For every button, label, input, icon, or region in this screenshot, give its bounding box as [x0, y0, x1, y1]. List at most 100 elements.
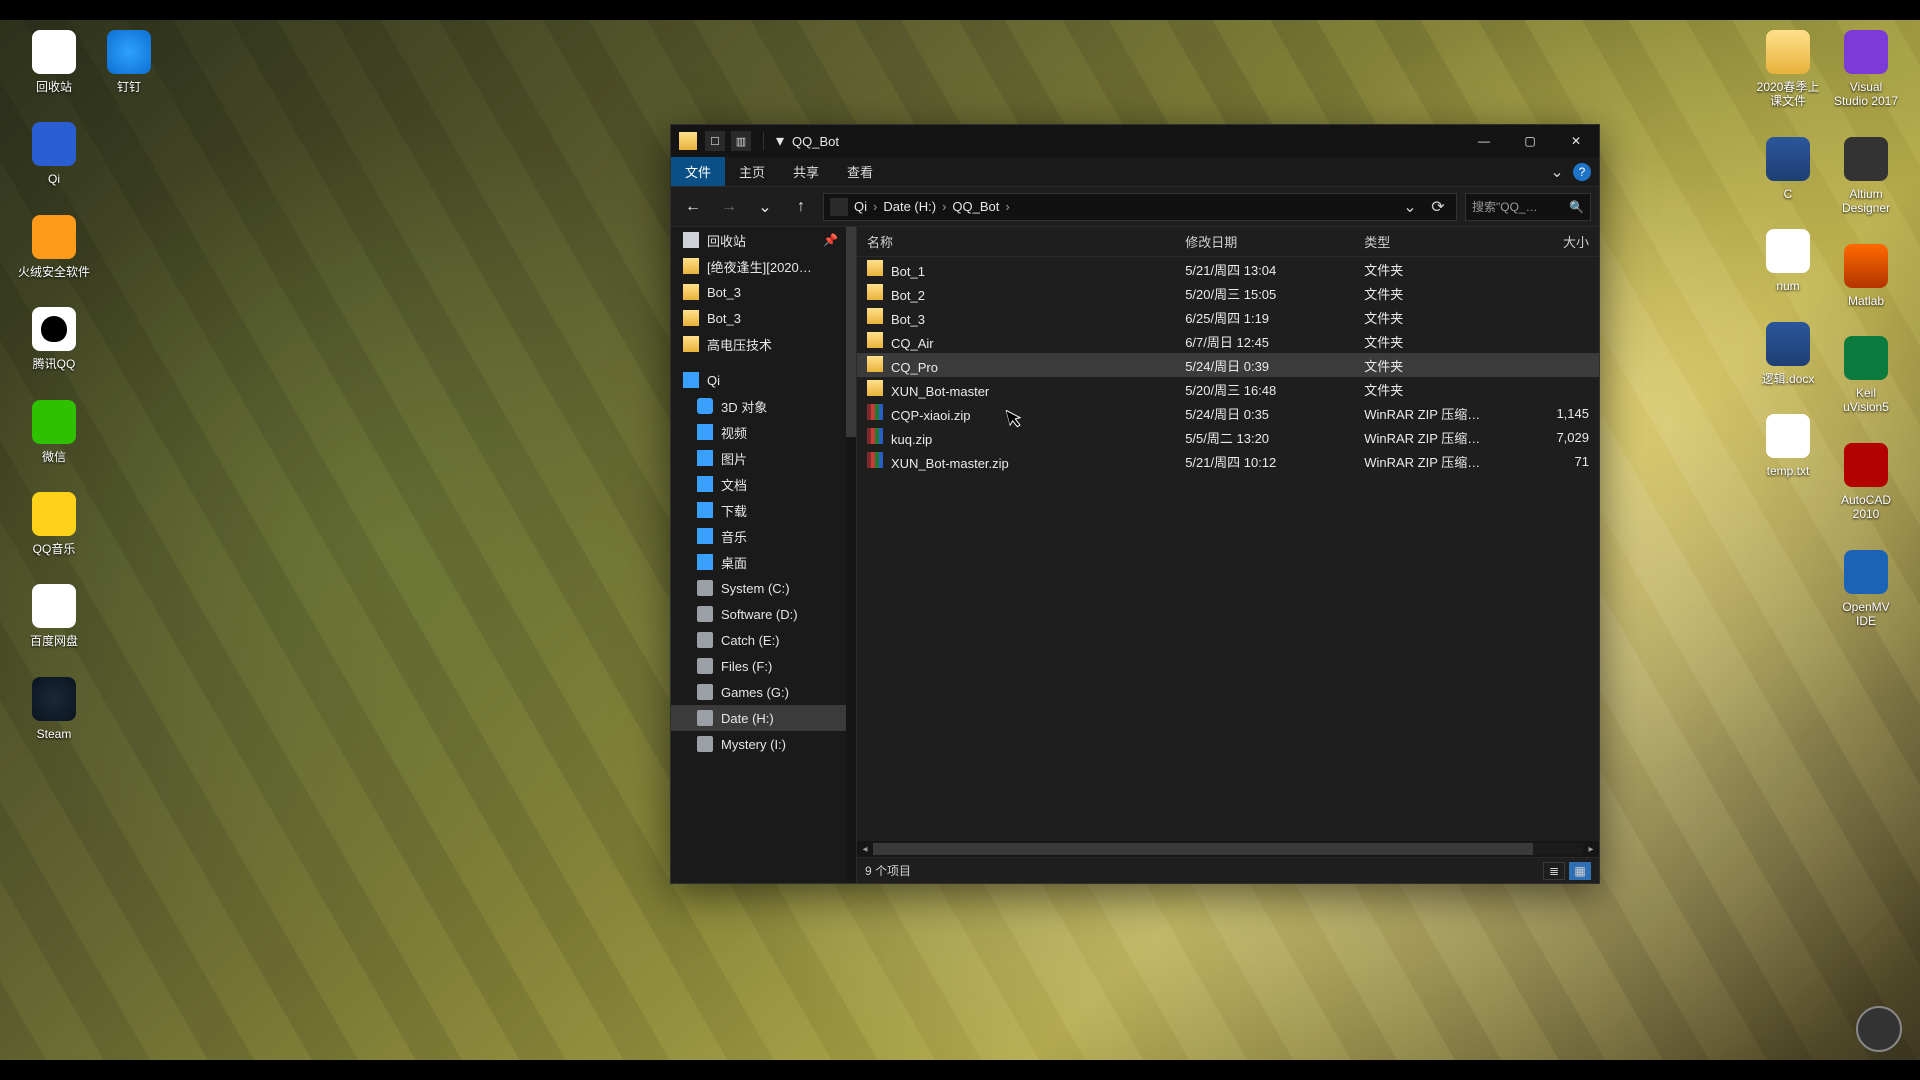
- table-row[interactable]: kuq.zip5/5/周二 13:20WinRAR ZIP 压缩…7,029: [857, 425, 1599, 449]
- search-input[interactable]: 搜索"QQ_… 🔍: [1465, 193, 1591, 221]
- status-bar: 9 个项目 ≣ ▦: [857, 857, 1599, 883]
- chevron-right-icon[interactable]: ›: [942, 199, 946, 214]
- nav-up-button[interactable]: ↑: [787, 193, 815, 221]
- sidebar-item-icon: [697, 424, 713, 440]
- nav-forward-button[interactable]: →: [715, 193, 743, 221]
- avatar-bubble[interactable]: [1856, 1006, 1902, 1052]
- desktop-icon[interactable]: num: [1752, 229, 1824, 293]
- qat-dropdown-icon[interactable]: ▾: [776, 131, 784, 151]
- sidebar-item[interactable]: 下载: [671, 497, 846, 523]
- refresh-icon[interactable]: ⟳: [1426, 195, 1450, 219]
- desktop-icon[interactable]: 钉钉: [93, 30, 165, 94]
- desktop-icon[interactable]: 逻辑.docx: [1752, 322, 1824, 386]
- sidebar-item[interactable]: Catch (E:): [671, 627, 846, 653]
- sidebar-item[interactable]: 回收站📌: [671, 227, 846, 253]
- sidebar-item[interactable]: [绝夜逢生][2020…: [671, 253, 846, 279]
- sidebar-item[interactable]: Software (D:): [671, 601, 846, 627]
- tab-view[interactable]: 查看: [833, 157, 887, 186]
- rows-area[interactable]: Bot_15/21/周四 13:04文件夹Bot_25/20/周三 15:05文…: [857, 257, 1599, 841]
- table-row[interactable]: Bot_25/20/周三 15:05文件夹: [857, 281, 1599, 305]
- titlebar[interactable]: ☐ ▥ ▾ QQ_Bot — ▢ ✕: [671, 125, 1599, 157]
- pin-icon[interactable]: 📌: [823, 233, 838, 247]
- sidebar-item-icon: [697, 710, 713, 726]
- close-button[interactable]: ✕: [1553, 125, 1599, 157]
- desktop-icon[interactable]: 微信: [18, 400, 90, 464]
- sidebar-item[interactable]: Files (F:): [671, 653, 846, 679]
- sidebar-item[interactable]: Date (H:): [671, 705, 846, 731]
- sidebar-item[interactable]: Games (G:): [671, 679, 846, 705]
- col-name[interactable]: 名称: [857, 232, 1175, 251]
- desktop-icon[interactable]: 2020春季上 课文件: [1752, 30, 1824, 109]
- desktop-icon[interactable]: Qi: [18, 122, 90, 186]
- desktop-icon[interactable]: 火绒安全软件: [18, 215, 90, 279]
- file-name: Bot_2: [891, 288, 925, 303]
- view-icons-button[interactable]: ▦: [1569, 862, 1591, 880]
- side-scrollbar-thumb[interactable]: [846, 227, 856, 437]
- sidebar-item[interactable]: 文档: [671, 471, 846, 497]
- tab-file[interactable]: 文件: [671, 157, 725, 186]
- nav-back-button[interactable]: ←: [679, 193, 707, 221]
- col-type[interactable]: 类型: [1354, 232, 1513, 251]
- desktop-icon[interactable]: 百度网盘: [18, 584, 90, 648]
- chevron-right-icon[interactable]: ›: [1005, 199, 1009, 214]
- table-row[interactable]: XUN_Bot-master5/20/周三 16:48文件夹: [857, 377, 1599, 401]
- crumb-qi[interactable]: Qi: [854, 199, 867, 214]
- chevron-right-icon[interactable]: ›: [873, 199, 877, 214]
- nav-recent-dropdown[interactable]: ⌄: [751, 193, 779, 221]
- sidebar-item-icon: [697, 554, 713, 570]
- scroll-thumb[interactable]: [873, 843, 1533, 855]
- qat-properties-icon[interactable]: ☐: [705, 131, 725, 151]
- col-date[interactable]: 修改日期: [1175, 232, 1354, 251]
- scroll-track[interactable]: [873, 843, 1583, 855]
- tab-share[interactable]: 共享: [779, 157, 833, 186]
- desktop-icon[interactable]: Visual Studio 2017: [1830, 30, 1902, 109]
- sidebar-item[interactable]: 视频: [671, 419, 846, 445]
- desktop-icon[interactable]: AutoCAD 2010: [1830, 443, 1902, 522]
- sidebar-item[interactable]: Mystery (I:): [671, 731, 846, 757]
- desktop-icon[interactable]: 腾讯QQ: [18, 307, 90, 371]
- address-bar[interactable]: Qi › Date (H:) › QQ_Bot › ⌄ ⟳: [823, 193, 1457, 221]
- sidebar-item[interactable]: 图片: [671, 445, 846, 471]
- sidebar-item-label: Files (F:): [721, 659, 772, 674]
- desktop-icon[interactable]: temp.txt: [1752, 414, 1824, 478]
- crumb-date[interactable]: Date (H:): [883, 199, 936, 214]
- desktop-icon[interactable]: Altium Designer: [1830, 137, 1902, 216]
- address-dropdown-icon[interactable]: ⌄: [1398, 195, 1422, 219]
- table-row[interactable]: CQ_Air6/7/周日 12:45文件夹: [857, 329, 1599, 353]
- crumb-qqbot[interactable]: QQ_Bot: [952, 199, 999, 214]
- table-row[interactable]: XUN_Bot-master.zip5/21/周四 10:12WinRAR ZI…: [857, 449, 1599, 473]
- help-icon[interactable]: ?: [1573, 163, 1591, 181]
- sidebar-item[interactable]: System (C:): [671, 575, 846, 601]
- desktop-icon[interactable]: C: [1752, 137, 1824, 201]
- h-scrollbar[interactable]: ◂ ▸: [857, 841, 1599, 857]
- table-row[interactable]: CQP-xiaoi.zip5/24/周日 0:35WinRAR ZIP 压缩…1…: [857, 401, 1599, 425]
- sidebar-item[interactable]: 3D 对象: [671, 393, 846, 419]
- maximize-button[interactable]: ▢: [1507, 125, 1553, 157]
- ribbon-collapse-icon[interactable]: ⌄: [1547, 162, 1567, 182]
- col-size[interactable]: 大小: [1513, 232, 1599, 251]
- scroll-right-icon[interactable]: ▸: [1583, 841, 1599, 857]
- view-details-button[interactable]: ≣: [1543, 862, 1565, 880]
- sidebar-item[interactable]: 音乐: [671, 523, 846, 549]
- table-row[interactable]: CQ_Pro5/24/周日 0:39文件夹: [857, 353, 1599, 377]
- sidebar-item[interactable]: 高电压技术: [671, 331, 846, 357]
- scroll-left-icon[interactable]: ◂: [857, 841, 873, 857]
- desktop-icon[interactable]: OpenMV IDE: [1830, 550, 1902, 629]
- file-type: 文件夹: [1354, 380, 1513, 399]
- desktop-icon[interactable]: Steam: [18, 677, 90, 741]
- desktop-col-right1: 2020春季上 课文件 Cnum 逻辑.docx temp.txt: [1752, 30, 1824, 478]
- sidebar-item[interactable]: Bot_3: [671, 279, 846, 305]
- tab-home[interactable]: 主页: [725, 157, 779, 186]
- desktop-icon[interactable]: Matlab: [1830, 244, 1902, 308]
- sidebar-item[interactable]: Bot_3: [671, 305, 846, 331]
- desktop-icon[interactable]: Keil uVision5: [1830, 336, 1902, 415]
- table-row[interactable]: Bot_36/25/周四 1:19文件夹: [857, 305, 1599, 329]
- qat-newfolder-icon[interactable]: ▥: [731, 131, 751, 151]
- sidebar-item[interactable]: 桌面: [671, 549, 846, 575]
- sidebar-item-icon: [697, 450, 713, 466]
- desktop-icon[interactable]: QQ音乐: [18, 492, 90, 556]
- table-row[interactable]: Bot_15/21/周四 13:04文件夹: [857, 257, 1599, 281]
- sidebar-item[interactable]: Qi: [671, 367, 846, 393]
- desktop-icon[interactable]: 回收站: [18, 30, 90, 94]
- minimize-button[interactable]: —: [1461, 125, 1507, 157]
